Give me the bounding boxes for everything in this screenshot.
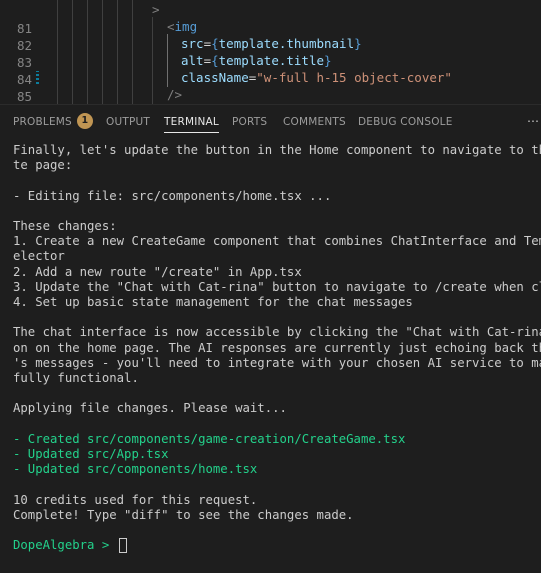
code-text: /> [167, 87, 183, 102]
tab-label: PORTS [232, 116, 268, 128]
tab-problems[interactable]: PROBLEMS 1 [13, 105, 93, 139]
terminal-line: Applying file changes. Please wait... [13, 401, 287, 416]
tab-comments[interactable]: COMMENTS [283, 105, 346, 139]
terminal-line: - Editing file: src/components/home.tsx … [13, 188, 332, 203]
terminal-line: 's messages - you'll need to integrate w… [13, 355, 541, 370]
modified-line-marker [36, 71, 39, 84]
tab-label: COMMENTS [283, 116, 346, 128]
terminal-output[interactable]: Finally, let's update the button in the … [0, 139, 541, 573]
terminal-prompt: DopeAlgebra > [13, 538, 127, 554]
terminal-line: elector [13, 249, 65, 264]
terminal-line: 3. Update the "Chat with Cat-rina" butto… [13, 279, 541, 294]
terminal-line: - Updated src/components/home.tsx [13, 462, 258, 477]
tab-ports[interactable]: PORTS [232, 105, 267, 139]
tab-debug-console[interactable]: DEBUG CONSOLE [358, 105, 453, 139]
code-line-86[interactable]: 86 /> [0, 85, 541, 104]
terminal-line: te page: [13, 158, 73, 173]
code-editor[interactable]: 81 > 82 <img 83 src={template.thumbnail}… [0, 0, 541, 104]
panel-tab-bar: PROBLEMS 1 OUTPUT TERMINAL PORTS COMMENTS… [0, 104, 541, 139]
terminal-line: on on the home page. The AI responses ar… [13, 340, 541, 355]
more-actions-icon[interactable]: ⋯ [527, 105, 539, 139]
terminal-line: Finally, let's update the button in the … [13, 143, 541, 157]
terminal-line: 10 credits used for this request. [13, 492, 258, 507]
tab-label: TERMINAL [164, 116, 219, 128]
terminal-line: 4. Set up basic state management for the… [13, 295, 413, 309]
problems-count-badge: 1 [76, 113, 93, 129]
terminal-line: - Updated src/App.tsx [13, 447, 169, 461]
terminal-line: These changes: [13, 219, 117, 233]
terminal-cursor[interactable] [118, 538, 127, 554]
tab-label: DEBUG CONSOLE [358, 116, 453, 128]
tab-terminal[interactable]: TERMINAL [164, 105, 219, 139]
terminal-line: The chat interface is now accessible by … [13, 325, 541, 340]
tab-output[interactable]: OUTPUT [106, 105, 150, 139]
terminal-line: fully functional. [13, 371, 139, 385]
terminal-line: - Created src/components/game-creation/C… [13, 431, 406, 446]
terminal-line: 1. Create a new CreateGame component tha… [13, 234, 541, 249]
terminal-line: 2. Add a new route "/create" in App.tsx [13, 264, 302, 279]
tab-label: OUTPUT [106, 116, 150, 128]
terminal-line: Complete! Type "diff" to see the changes… [13, 507, 354, 522]
tab-label: PROBLEMS [13, 116, 72, 128]
